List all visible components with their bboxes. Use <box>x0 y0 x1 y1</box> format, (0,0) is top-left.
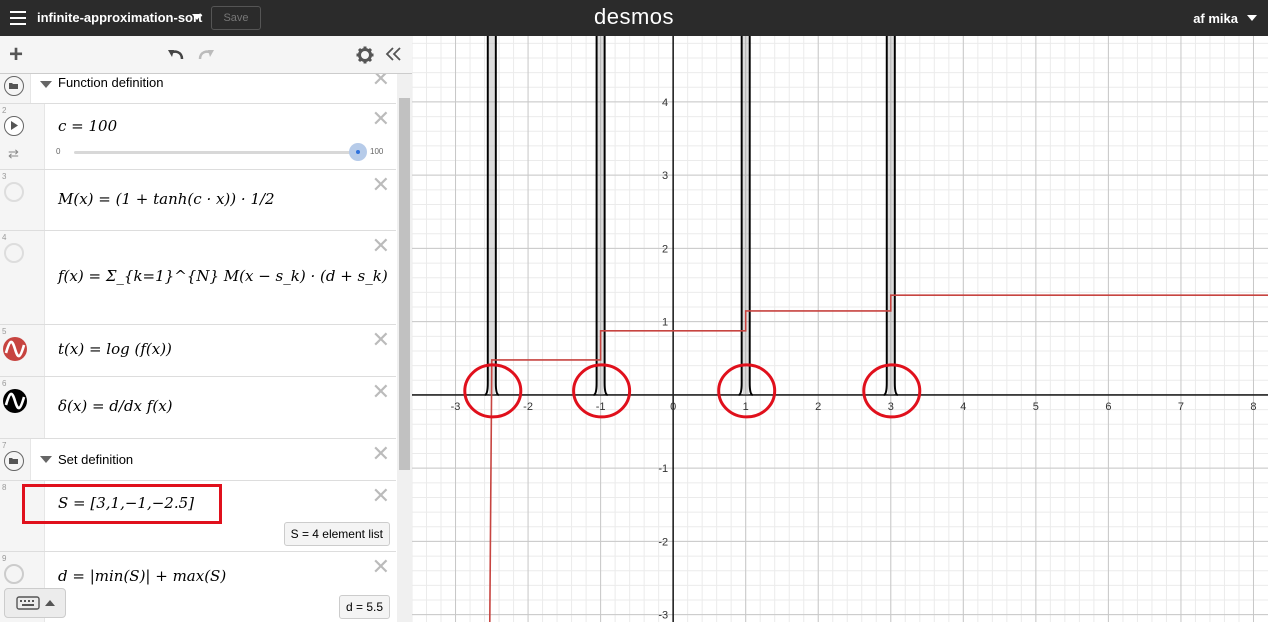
graph-canvas[interactable]: -3 -2 -1 0 1 2 3 4 5 6 7 8 -3 -2 -1 1 2 3 4 <box>412 36 1268 622</box>
loop-icon[interactable]: ⇄ <box>8 146 19 162</box>
close-icon[interactable]: ✕ <box>372 108 390 130</box>
close-icon[interactable]: ✕ <box>372 556 390 578</box>
user-menu[interactable]: af mika <box>1193 11 1238 26</box>
x-tick-label: 1 <box>743 401 749 413</box>
y-tick-label: 2 <box>662 243 668 255</box>
brand-logo: desmos <box>593 4 675 29</box>
delta-spike-fill <box>742 36 749 395</box>
x-tick-label: 3 <box>888 401 894 413</box>
folder-title: Function definition <box>58 75 164 90</box>
folder-function-definition[interactable]: Function definition ✕ <box>0 74 396 104</box>
expression-index: 9 <box>2 554 7 563</box>
hidden-graph-icon[interactable] <box>4 564 24 584</box>
graph-color-icon[interactable] <box>3 389 27 413</box>
folder-icon[interactable] <box>4 451 24 471</box>
y-tick-label: 1 <box>662 317 668 329</box>
expression-row[interactable]: 6 δ(x) = d/dx f(x) ✕ <box>0 377 396 439</box>
x-tick-label: 4 <box>960 401 966 413</box>
close-icon[interactable]: ✕ <box>372 174 390 196</box>
x-tick-label: 0 <box>670 401 676 413</box>
x-tick-label: 7 <box>1178 401 1184 413</box>
y-tick-label: 4 <box>662 97 668 109</box>
undo-icon[interactable] <box>166 46 186 62</box>
slider-handle[interactable] <box>349 143 367 161</box>
x-tick-label: -3 <box>451 401 461 413</box>
redo-icon[interactable] <box>196 46 216 62</box>
annotation-highlight-box <box>22 484 222 524</box>
y-tick-label: -1 <box>658 463 668 475</box>
evaluation-result: d = 5.5 <box>338 595 390 619</box>
hidden-graph-icon[interactable] <box>4 182 24 202</box>
folder-icon[interactable] <box>4 76 24 96</box>
expression-row[interactable]: 2 ⇄ c = 100 0 100 ✕ <box>0 104 396 170</box>
x-tick-label: -2 <box>523 401 533 413</box>
caret-down-icon[interactable] <box>40 456 52 463</box>
x-tick-label: 5 <box>1033 401 1039 413</box>
hidden-graph-icon[interactable] <box>4 243 24 263</box>
slider-min[interactable]: 0 <box>56 147 60 156</box>
caret-down-icon[interactable] <box>40 81 52 88</box>
scrollbar-thumb[interactable] <box>399 98 410 470</box>
expression-math[interactable]: δ(x) = d/dx f(x) <box>58 397 173 415</box>
double-chevron-left-icon[interactable] <box>385 46 401 62</box>
graph-color-icon[interactable] <box>3 337 27 361</box>
expression-row[interactable]: 5 t(x) = log (f(x)) ✕ <box>0 325 396 377</box>
x-tick-label: 8 <box>1250 401 1256 413</box>
expression-index: 2 <box>2 106 7 115</box>
close-icon[interactable]: ✕ <box>372 443 390 465</box>
delta-spike-fill <box>887 36 894 395</box>
x-tick-label: -1 <box>596 401 606 413</box>
close-icon[interactable]: ✕ <box>372 235 390 257</box>
keyboard-icon[interactable] <box>4 588 66 618</box>
close-icon[interactable]: ✕ <box>372 329 390 351</box>
close-icon[interactable]: ✕ <box>372 74 390 90</box>
close-icon[interactable]: ✕ <box>372 381 390 403</box>
expression-toolbar: + <box>0 36 412 74</box>
scrollbar[interactable] <box>397 74 412 622</box>
close-icon[interactable]: ✕ <box>372 485 390 507</box>
expression-index: 5 <box>2 327 7 336</box>
expression-list: Function definition ✕ 2 ⇄ c = 100 0 100 … <box>0 74 412 622</box>
gear-icon[interactable] <box>356 46 374 64</box>
expression-index: 7 <box>2 441 7 450</box>
top-bar: infinite-approximation-sort Save desmos … <box>0 0 1268 36</box>
expression-index: 3 <box>2 172 7 181</box>
expression-index: 4 <box>2 233 7 242</box>
x-tick-label: 6 <box>1105 401 1111 413</box>
y-tick-label: 3 <box>662 170 668 182</box>
expression-row[interactable]: 4 f(x) = Σ_{k=1}^{N} M(x − s_k) · (d + s… <box>0 231 396 325</box>
slider-track[interactable] <box>74 151 358 154</box>
x-tick-label: 2 <box>815 401 821 413</box>
y-tick-label: -3 <box>658 610 668 622</box>
expression-math[interactable]: t(x) = log (f(x)) <box>58 340 172 358</box>
expression-index: 6 <box>2 379 7 388</box>
log-step-curve <box>488 294 1268 622</box>
delta-spike-fill <box>488 36 495 395</box>
expression-math[interactable]: M(x) = (1 + tanh(c · x)) · 1/2 <box>58 190 275 208</box>
expression-math[interactable]: d = |min(S)| + max(S) <box>58 567 226 585</box>
slider-max[interactable]: 100 <box>370 147 383 156</box>
folder-title: Set definition <box>58 452 134 467</box>
plus-icon[interactable]: + <box>9 43 23 67</box>
folder-set-definition[interactable]: 7 Set definition ✕ <box>0 439 396 481</box>
play-icon[interactable] <box>4 116 24 136</box>
expression-row[interactable]: 3 M(x) = (1 + tanh(c · x)) · 1/2 ✕ <box>0 170 396 231</box>
y-tick-label: -2 <box>658 536 668 548</box>
caret-down-icon[interactable] <box>1247 15 1257 21</box>
expression-index: 8 <box>2 483 7 492</box>
expression-math[interactable]: f(x) = Σ_{k=1}^{N} M(x − s_k) · (d + s_k… <box>58 267 388 285</box>
evaluation-result: S = 4 element list <box>283 522 390 546</box>
expression-math[interactable]: c = 100 <box>58 117 117 135</box>
